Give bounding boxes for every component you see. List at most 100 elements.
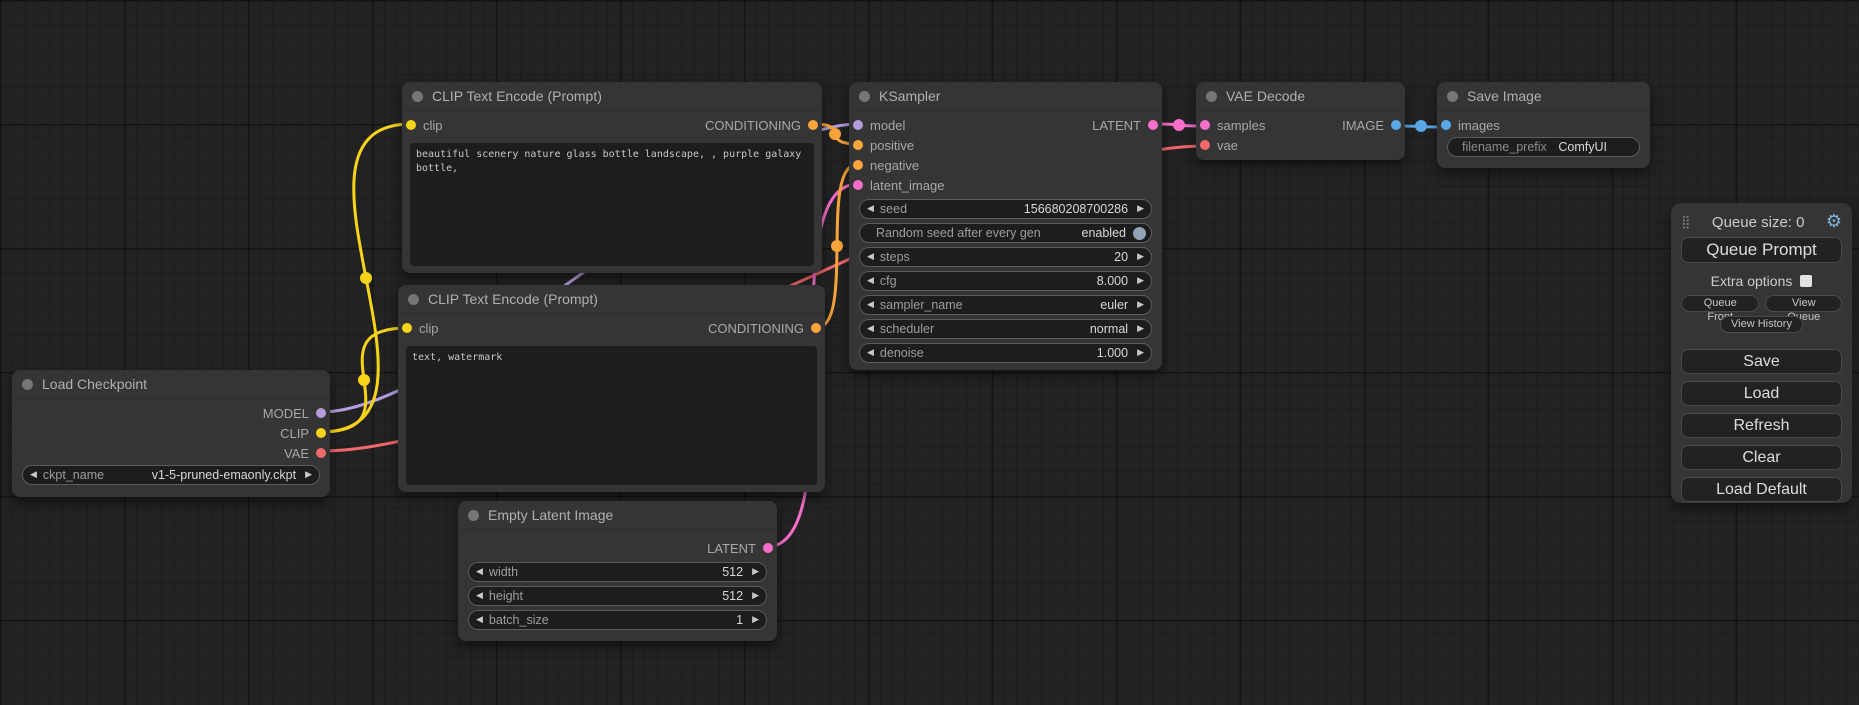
node-canvas[interactable]: CLIP Text Encode (Prompt) clip CONDITION…	[0, 0, 1859, 705]
output-label: CONDITIONING	[708, 321, 804, 336]
decrement-arrow-icon[interactable]	[867, 301, 874, 310]
node-ksampler[interactable]: KSampler model LATENT positive negative	[849, 82, 1162, 370]
output-port-conditioning[interactable]	[811, 323, 821, 333]
queue-prompt-button[interactable]: Queue Prompt	[1681, 237, 1842, 263]
increment-arrow-icon[interactable]	[752, 616, 759, 625]
widget-sampler-name[interactable]: sampler_name euler	[859, 295, 1152, 315]
refresh-button[interactable]: Refresh	[1681, 413, 1842, 438]
increment-arrow-icon[interactable]	[752, 568, 759, 577]
node-title: CLIP Text Encode (Prompt)	[428, 291, 598, 307]
wire-midpoint-dot	[360, 272, 372, 284]
widget-random-seed-toggle[interactable]: Random seed after every gen enabled	[859, 223, 1152, 243]
input-port-samples[interactable]	[1200, 120, 1210, 130]
widget-seed[interactable]: seed 156680208700286	[859, 199, 1152, 219]
decrement-arrow-icon[interactable]	[476, 592, 483, 601]
output-port-image[interactable]	[1391, 120, 1401, 130]
node-title: Load Checkpoint	[42, 376, 147, 392]
node-title: KSampler	[879, 88, 940, 104]
input-port-vae[interactable]	[1200, 140, 1210, 150]
collapse-dot[interactable]	[1447, 91, 1458, 102]
input-port-clip[interactable]	[402, 323, 412, 333]
input-port-positive[interactable]	[853, 140, 863, 150]
node-titlebar[interactable]: CLIP Text Encode (Prompt)	[398, 285, 825, 314]
settings-gear-icon[interactable]: ⚙	[1826, 213, 1842, 231]
increment-arrow-icon[interactable]	[1137, 301, 1144, 310]
decrement-arrow-icon[interactable]	[867, 325, 874, 334]
increment-arrow-icon[interactable]	[305, 471, 312, 480]
decrement-arrow-icon[interactable]	[867, 349, 874, 358]
node-clip-text-encode-positive[interactable]: CLIP Text Encode (Prompt) clip CONDITION…	[402, 82, 822, 273]
decrement-arrow-icon[interactable]	[476, 616, 483, 625]
wire-midpoint-dot	[358, 374, 370, 386]
decrement-arrow-icon[interactable]	[867, 277, 874, 286]
widget-ckpt-name[interactable]: ckpt_name v1-5-pruned-emaonly.ckpt	[22, 465, 320, 485]
output-port-latent[interactable]	[763, 543, 773, 553]
node-title: Save Image	[1467, 88, 1542, 104]
collapse-dot[interactable]	[22, 379, 33, 390]
input-label: negative	[870, 158, 919, 173]
node-titlebar[interactable]: KSampler	[849, 82, 1162, 111]
widget-height[interactable]: height 512	[468, 586, 767, 606]
node-titlebar[interactable]: Empty Latent Image	[458, 501, 777, 530]
output-label: LATENT	[707, 541, 756, 556]
node-empty-latent-image[interactable]: Empty Latent Image LATENT width 512 heig…	[458, 501, 777, 641]
queue-front-button[interactable]: Queue Front	[1681, 295, 1759, 312]
output-port-vae[interactable]	[316, 448, 326, 458]
widget-denoise[interactable]: denoise 1.000	[859, 343, 1152, 363]
input-port-latent-image[interactable]	[853, 180, 863, 190]
input-port-clip[interactable]	[406, 120, 416, 130]
decrement-arrow-icon[interactable]	[476, 568, 483, 577]
collapse-dot[interactable]	[1206, 91, 1217, 102]
view-history-button[interactable]: View History	[1720, 316, 1803, 333]
collapse-dot[interactable]	[859, 91, 870, 102]
save-button[interactable]: Save	[1681, 349, 1842, 374]
node-titlebar[interactable]: Load Checkpoint	[12, 370, 330, 399]
collapse-dot[interactable]	[468, 510, 479, 521]
widget-cfg[interactable]: cfg 8.000	[859, 271, 1152, 291]
decrement-arrow-icon[interactable]	[30, 471, 37, 480]
widget-width[interactable]: width 512	[468, 562, 767, 582]
output-port-model[interactable]	[316, 408, 326, 418]
node-save-image[interactable]: Save Image images filename_prefix ComfyU…	[1437, 82, 1650, 168]
node-load-checkpoint[interactable]: Load Checkpoint MODEL CLIP VAE ckpt_name…	[12, 370, 330, 497]
node-titlebar[interactable]: Save Image	[1437, 82, 1650, 111]
decrement-arrow-icon[interactable]	[867, 205, 874, 214]
prompt-textarea[interactable]: beautiful scenery nature glass bottle la…	[410, 143, 814, 266]
node-title: VAE Decode	[1226, 88, 1305, 104]
node-title: Empty Latent Image	[488, 507, 613, 523]
node-titlebar[interactable]: CLIP Text Encode (Prompt)	[402, 82, 822, 111]
increment-arrow-icon[interactable]	[1137, 253, 1144, 262]
widget-batch-size[interactable]: batch_size 1	[468, 610, 767, 630]
drag-handle-icon[interactable]: ⣿	[1681, 215, 1691, 230]
prompt-textarea[interactable]: text, watermark	[406, 346, 817, 485]
load-default-button[interactable]: Load Default	[1681, 477, 1842, 502]
output-port-latent[interactable]	[1148, 120, 1158, 130]
extra-options-label: Extra options	[1711, 273, 1793, 289]
increment-arrow-icon[interactable]	[1137, 205, 1144, 214]
increment-arrow-icon[interactable]	[1137, 277, 1144, 286]
input-port-images[interactable]	[1441, 120, 1451, 130]
node-titlebar[interactable]: VAE Decode	[1196, 82, 1405, 111]
widget-filename-prefix[interactable]: filename_prefix ComfyUI	[1447, 137, 1640, 157]
input-label: positive	[870, 138, 914, 153]
node-clip-text-encode-negative[interactable]: CLIP Text Encode (Prompt) clip CONDITION…	[398, 285, 825, 492]
decrement-arrow-icon[interactable]	[867, 253, 874, 262]
collapse-dot[interactable]	[412, 91, 423, 102]
widget-scheduler[interactable]: scheduler normal	[859, 319, 1152, 339]
output-port-clip[interactable]	[316, 428, 326, 438]
input-port-model[interactable]	[853, 120, 863, 130]
increment-arrow-icon[interactable]	[1137, 349, 1144, 358]
node-vae-decode[interactable]: VAE Decode samples IMAGE vae	[1196, 82, 1405, 160]
input-port-negative[interactable]	[853, 160, 863, 170]
view-queue-button[interactable]: View Queue	[1765, 295, 1842, 312]
widget-steps[interactable]: steps 20	[859, 247, 1152, 267]
increment-arrow-icon[interactable]	[1137, 325, 1144, 334]
extra-options-checkbox[interactable]	[1800, 275, 1812, 287]
output-port-conditioning[interactable]	[808, 120, 818, 130]
toggle-circle[interactable]	[1133, 227, 1146, 240]
increment-arrow-icon[interactable]	[752, 592, 759, 601]
collapse-dot[interactable]	[408, 294, 419, 305]
wire-midpoint-dot	[1173, 119, 1185, 131]
load-button[interactable]: Load	[1681, 381, 1842, 406]
clear-button[interactable]: Clear	[1681, 445, 1842, 470]
